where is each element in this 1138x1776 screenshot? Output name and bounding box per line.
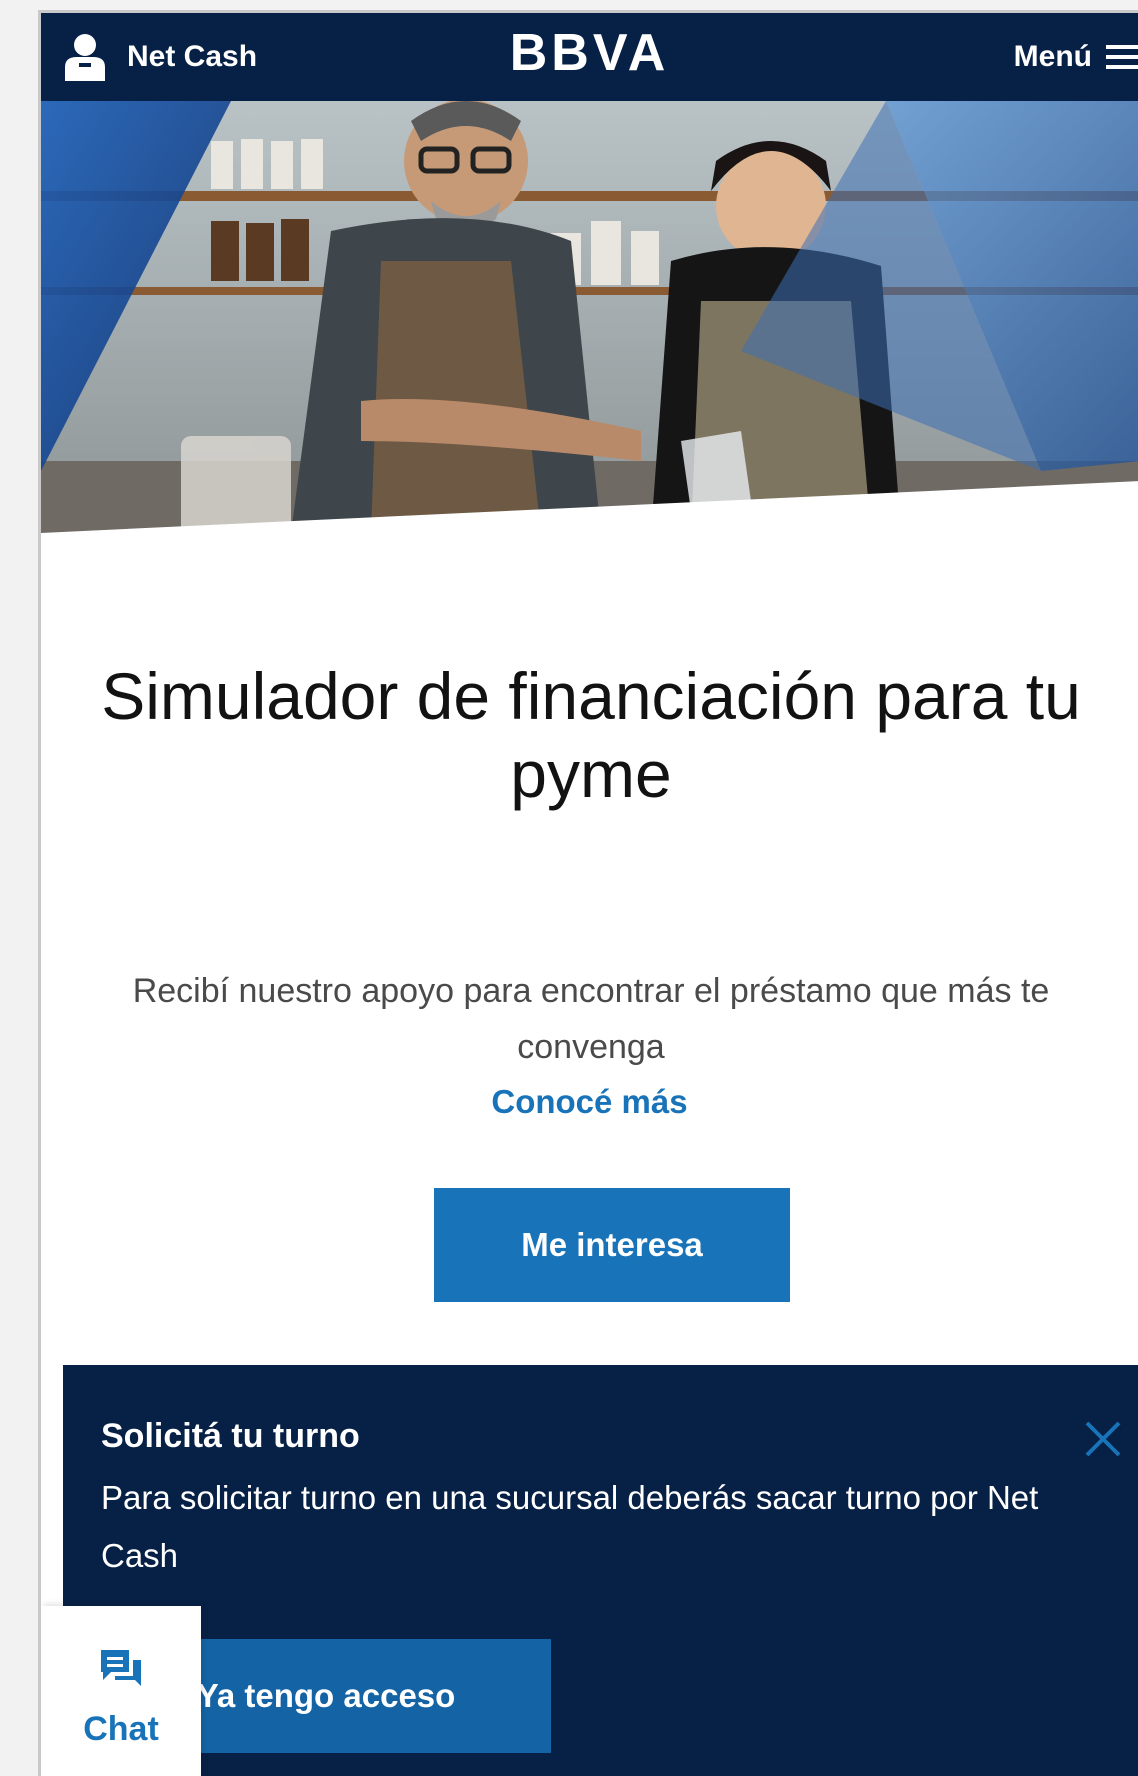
hamburger-icon (1106, 39, 1138, 75)
close-icon[interactable] (1083, 1419, 1123, 1459)
top-nav-bar: Net Cash BBVA Menú (41, 13, 1138, 101)
chat-label: Chat (83, 1710, 159, 1748)
hero-image (41, 101, 1138, 533)
net-cash-login-link[interactable]: Net Cash (65, 27, 257, 87)
user-icon (65, 33, 105, 81)
interested-button[interactable]: Me interesa (434, 1188, 790, 1302)
menu-button[interactable]: Menú (1014, 27, 1138, 87)
page-title: Simulador de financiación para tu pyme (101, 659, 1081, 812)
menu-label: Menú (1013, 40, 1092, 73)
page-frame: Net Cash BBVA Menú Simulador de financia… (38, 10, 1138, 1776)
appointment-notice-panel: Solicitá tu turno Para solicitar turno e… (63, 1365, 1138, 1776)
learn-more-link[interactable]: Conocé más (41, 1083, 1138, 1121)
chat-bubble-icon (97, 1646, 145, 1699)
notice-text: Para solicitar turno en una sucursal deb… (101, 1479, 1039, 1574)
notice-title: Solicitá tu turno (101, 1417, 360, 1455)
chat-button[interactable]: Chat (41, 1606, 201, 1776)
net-cash-label: Net Cash (127, 40, 258, 73)
bbva-logo[interactable]: BBVA (510, 23, 669, 83)
page-subtitle: Recibí nuestro apoyo para encontrar el p… (132, 972, 1050, 1066)
